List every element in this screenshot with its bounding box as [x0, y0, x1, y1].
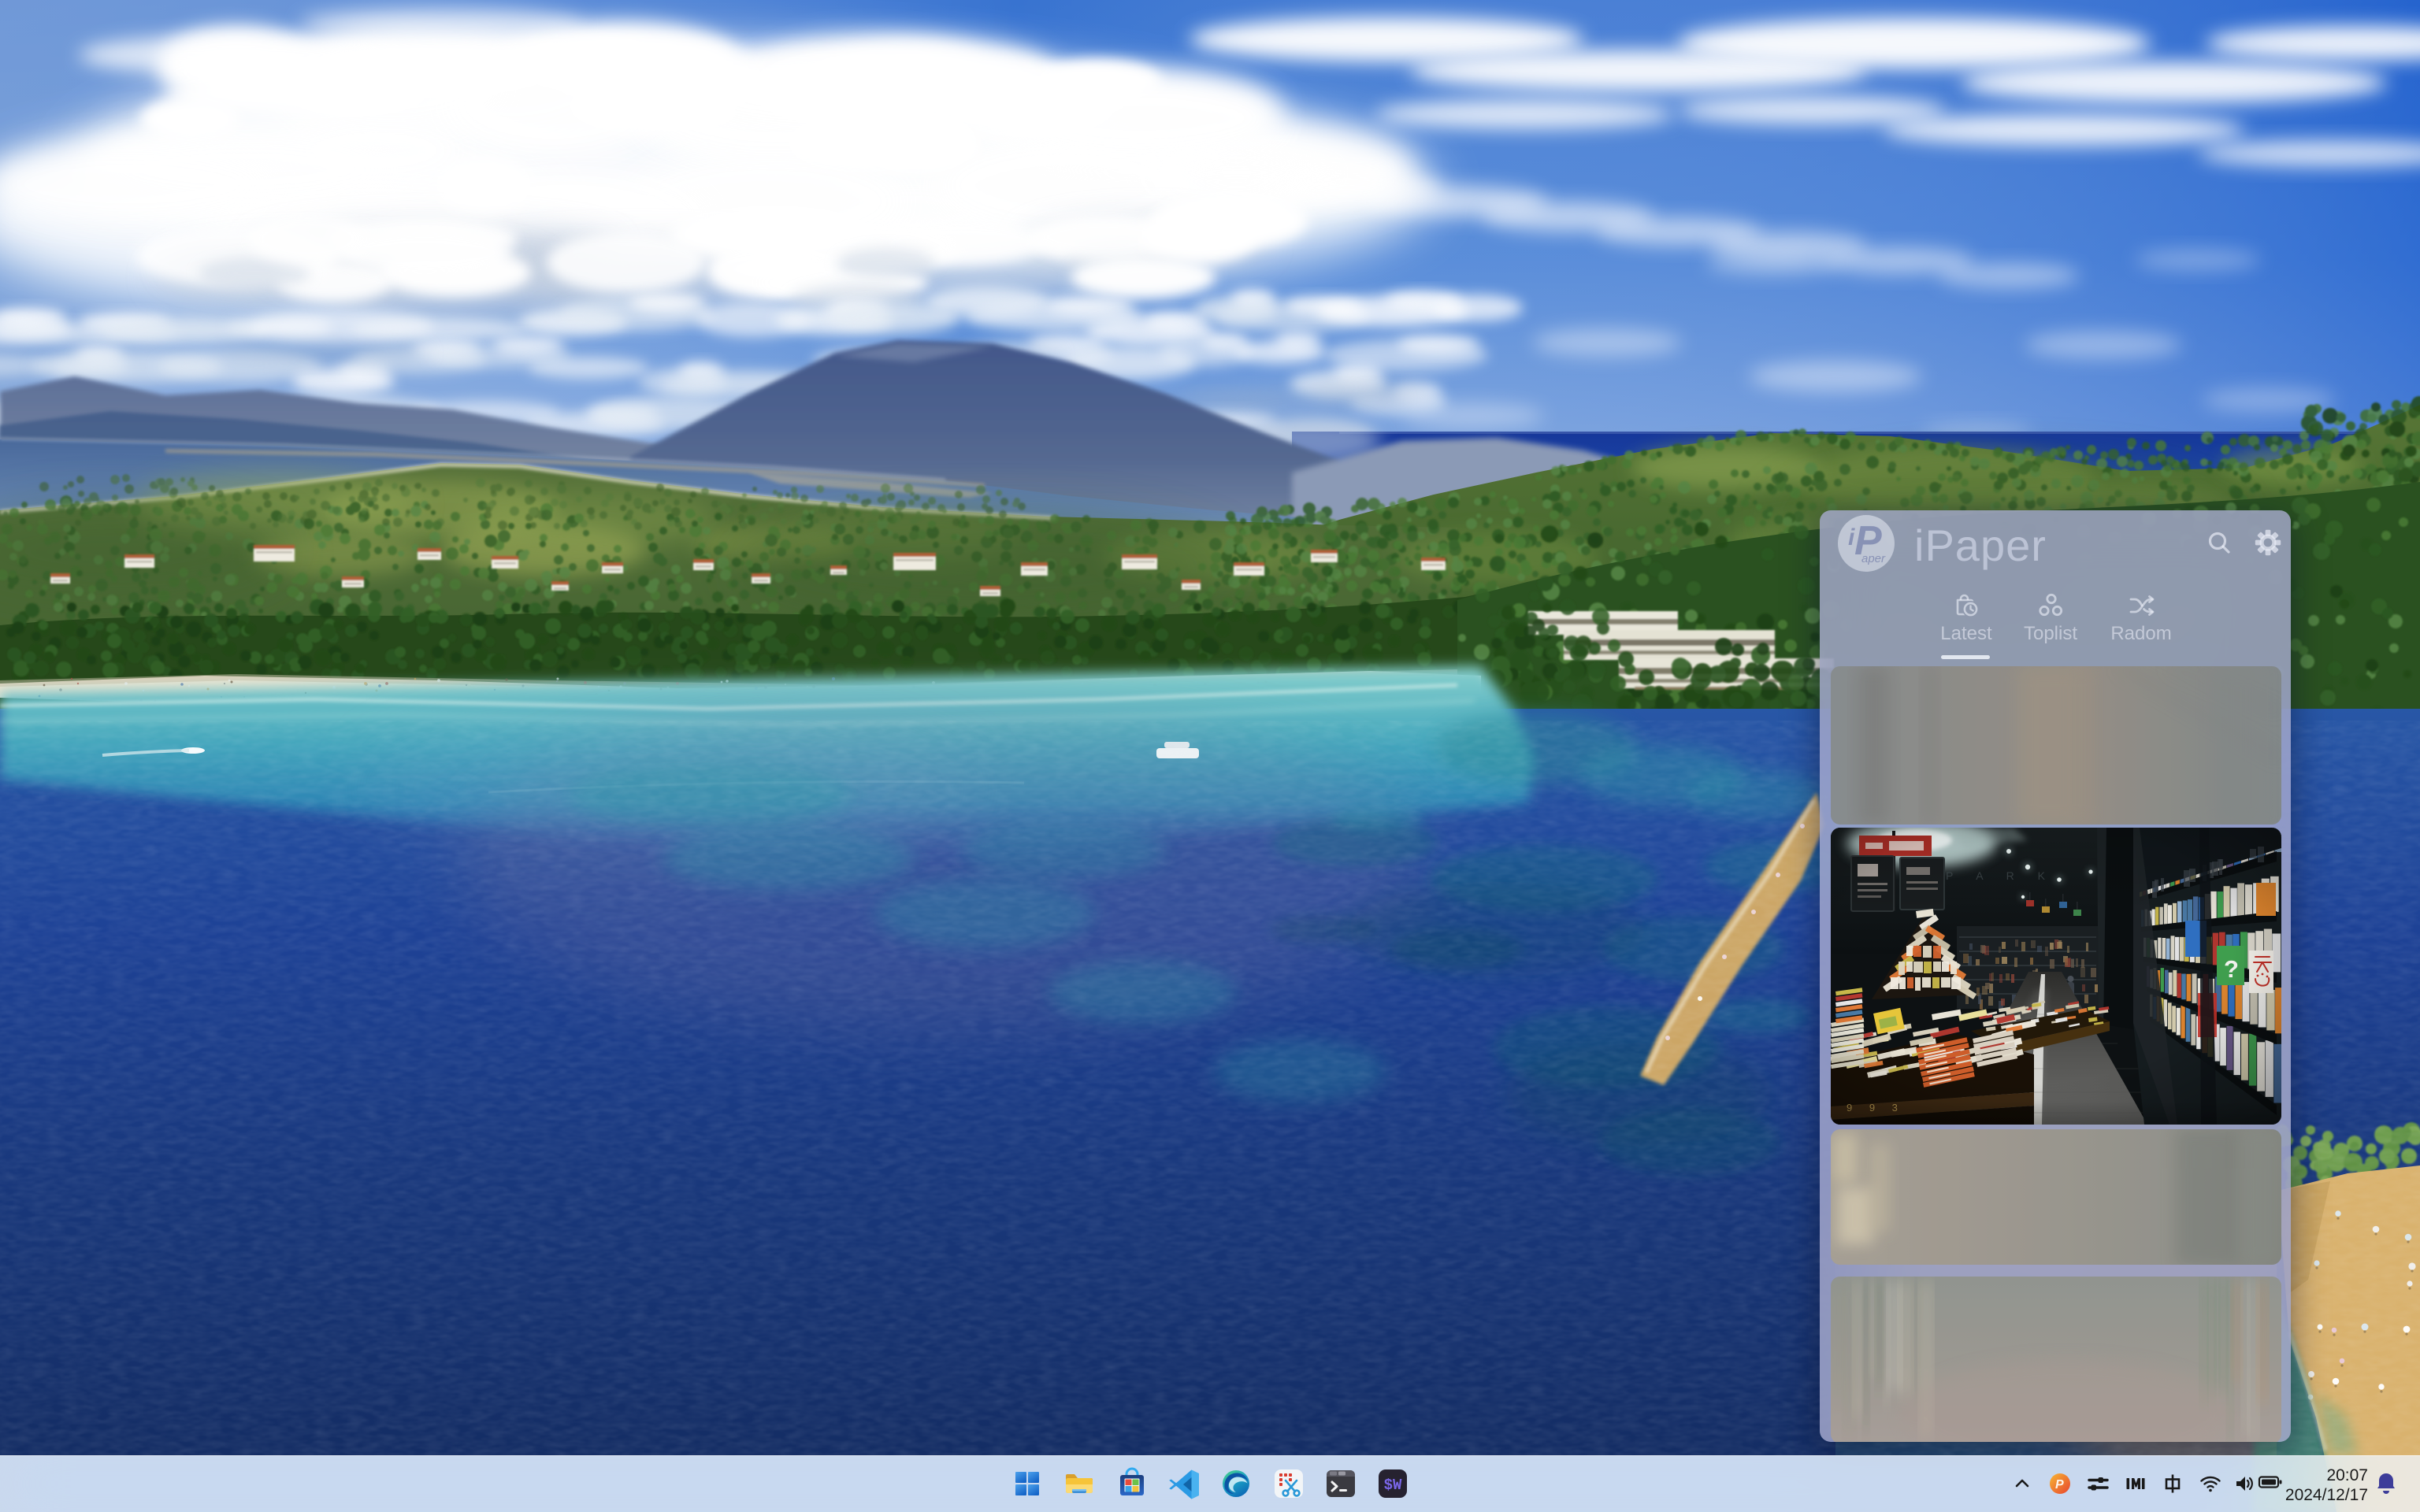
svg-text:P: P: [2055, 1478, 2064, 1492]
svg-text:aper: aper: [1861, 552, 1886, 565]
svg-text:$W: $W: [1384, 1477, 1402, 1494]
